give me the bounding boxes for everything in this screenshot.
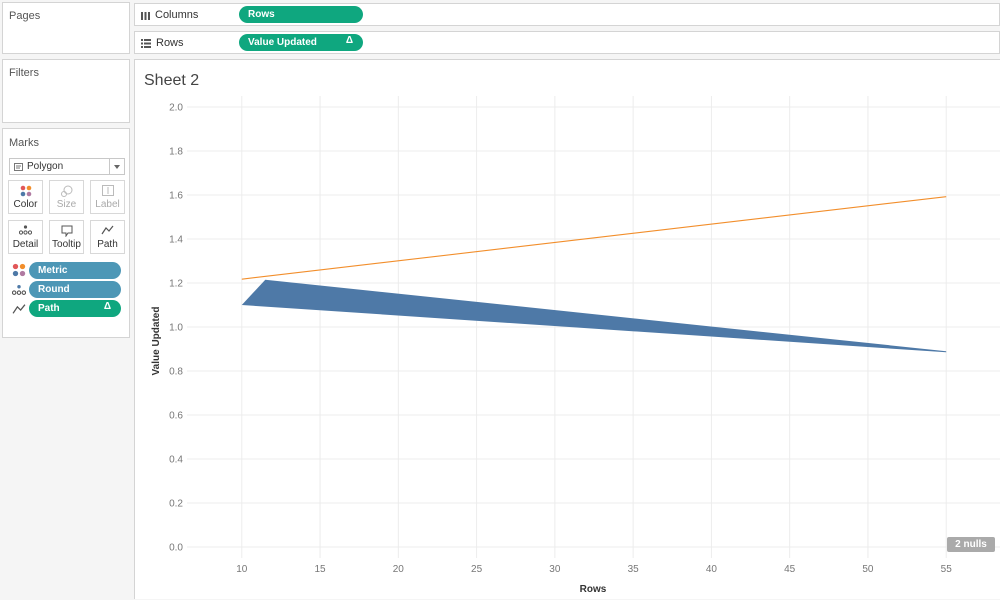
x-tick-label: 20 (393, 564, 405, 575)
path-icon (12, 304, 26, 314)
mark-type-dropdown[interactable]: Polygon (9, 158, 125, 175)
size-button-label: Size (56, 199, 77, 210)
x-tick-label: 30 (549, 564, 561, 575)
marks-title: Marks (9, 137, 39, 149)
color-dots-icon (12, 263, 26, 277)
mark-type-value: Polygon (27, 161, 64, 172)
metric-pill[interactable]: Metric (29, 262, 121, 279)
x-tick-label: 50 (862, 564, 874, 575)
nulls-indicator[interactable]: 2 nulls (947, 537, 995, 552)
filters-card[interactable]: Filters (2, 59, 130, 123)
filters-title: Filters (9, 67, 39, 79)
round-pill-label: Round (38, 284, 70, 295)
size-button[interactable]: Size (49, 180, 84, 214)
delta-icon: Δ (345, 35, 353, 46)
y-tick-label: 0.6 (169, 411, 183, 422)
chart[interactable]: 0.0 0.2 0.4 0.6 0.8 1.0 1.2 1.4 1.6 1.8 2.0 10 15 20… (135, 60, 1000, 600)
metric-pill-label: Metric (38, 265, 68, 276)
chevron-down-icon[interactable] (109, 159, 124, 174)
x-tick-label: 45 (784, 564, 796, 575)
pages-card[interactable]: Pages (2, 2, 130, 54)
x-tick-label: 55 (941, 564, 953, 575)
y-tick-label: 0.2 (169, 499, 183, 510)
path-button-label: Path (97, 239, 118, 250)
columns-shelf-label: Columns (155, 9, 199, 21)
x-tick-label: 10 (236, 564, 248, 575)
columns-shelf[interactable]: Columns Rows (134, 3, 1000, 26)
detail-dots-icon (12, 285, 26, 295)
y-tick-label: 2.0 (169, 103, 183, 114)
color-button-label: Color (13, 199, 38, 210)
round-pill[interactable]: Round (29, 281, 121, 298)
tooltip-button[interactable]: Tooltip (49, 220, 84, 254)
tooltip-icon (61, 225, 72, 237)
columns-pill[interactable]: Rows (239, 6, 363, 23)
polygon-mark-1[interactable] (241, 279, 947, 353)
label-button-label: Label (95, 199, 120, 210)
label-button[interactable]: Label (90, 180, 125, 214)
x-tick-label: 25 (471, 564, 483, 575)
size-icon (61, 185, 73, 197)
rows-shelf-label: Rows (156, 37, 184, 49)
path-button[interactable]: Path (90, 220, 125, 254)
polygon-mark-0[interactable] (241, 196, 947, 280)
path-pill-label: Path (38, 303, 60, 314)
y-tick-label: 1.6 (169, 191, 183, 202)
detail-button-label: Detail (12, 239, 39, 250)
delta-icon: Δ (103, 301, 111, 312)
x-axis-title: Rows (580, 584, 607, 595)
columns-icon (141, 11, 150, 20)
marks-card: Marks Polygon Color Size Label Detail To… (2, 128, 130, 338)
y-tick-label: 1.2 (169, 279, 183, 290)
y-tick-label: 1.4 (169, 235, 183, 246)
y-tick-label: 1.0 (169, 323, 183, 334)
pages-title: Pages (9, 10, 41, 22)
rows-pill-label: Value Updated (248, 37, 317, 48)
y-tick-label: 1.8 (169, 147, 183, 158)
y-tick-label: 0.8 (169, 367, 183, 378)
x-tick-label: 35 (628, 564, 640, 575)
path-pill[interactable]: Path Δ (29, 300, 121, 317)
x-tick-label: 15 (314, 564, 326, 575)
detail-dots-icon (19, 225, 32, 235)
color-button[interactable]: Color (8, 180, 43, 214)
worksheet-view: Sheet 2 0.0 0.2 0.4 0.6 0.8 1.0 1.2 1.4 1.6 1.8 2.… (134, 59, 1000, 599)
y-axis-title: Value Updated (151, 307, 162, 376)
rows-shelf[interactable]: Rows Value Updated Δ (134, 31, 1000, 54)
detail-button[interactable]: Detail (8, 220, 43, 254)
label-icon (101, 185, 114, 196)
rows-icon (141, 38, 151, 48)
columns-pill-label: Rows (248, 9, 275, 20)
x-tick-label: 40 (706, 564, 718, 575)
y-tick-label: 0.4 (169, 455, 183, 466)
path-icon (101, 225, 114, 235)
tooltip-button-label: Tooltip (52, 239, 81, 250)
y-tick-label: 0.0 (169, 543, 183, 554)
polygon-mark-icon (14, 162, 23, 171)
rows-pill[interactable]: Value Updated Δ (239, 34, 363, 51)
color-dots-icon (20, 185, 31, 197)
